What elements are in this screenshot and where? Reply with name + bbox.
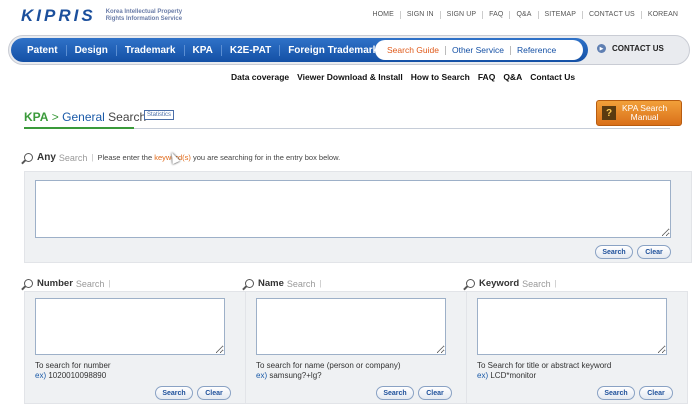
name-search-heading: Name Search | (245, 278, 321, 289)
example-prefix: ex) (477, 371, 489, 380)
magnifier-icon (245, 279, 254, 288)
example-value: 1020010098890 (46, 371, 107, 380)
keyword-search-panel: To Search for title or abstract keyword … (466, 291, 688, 404)
question-mark-icon: ? (602, 106, 616, 120)
utility-link-home[interactable]: HOME (366, 11, 399, 19)
logo-tagline-line2: Rights Information Service (105, 16, 183, 22)
contact-us-label: CONTACT US (612, 44, 664, 53)
keyword-search-label: Keyword (479, 278, 520, 289)
utility-nav: HOME SIGN IN SIGN UP FAQ Q&A SITEMAP CON… (366, 11, 684, 19)
title-general: General (62, 110, 105, 124)
manual-button-label: KPA Search Manual (622, 104, 667, 122)
name-search-label: Name (258, 278, 284, 289)
number-search-input[interactable] (35, 298, 225, 355)
number-search-heading: Number Search | (24, 278, 111, 289)
any-search-button[interactable]: Search (595, 245, 633, 259)
service-nav-other-service[interactable]: Other Service (444, 45, 510, 55)
name-search-description: To search for name (person or company) (256, 361, 401, 370)
manual-button-line2: Manual (630, 112, 659, 122)
page-title: KPA > General Search (24, 110, 146, 124)
sub-link-data-coverage[interactable]: Data coverage (231, 72, 289, 82)
separator: | (108, 279, 111, 288)
separator: | (91, 153, 94, 162)
logo-tagline: Korea Intellectual Property Rights Infor… (106, 9, 182, 23)
keyword-search-label-light: Search (522, 278, 551, 289)
magnifier-icon (24, 279, 33, 288)
number-search-button[interactable]: Search (155, 386, 193, 400)
sub-nav: Data coverage Viewer Download & Install … (231, 72, 583, 82)
magnifier-icon (24, 153, 33, 162)
kipris-logo[interactable]: KIPRIS Korea Intellectual Property Right… (21, 6, 182, 26)
example-prefix: ex) (35, 371, 47, 380)
any-search-label-light: Search (58, 152, 88, 163)
keyword-search-input[interactable] (477, 298, 667, 355)
utility-link-qna[interactable]: Q&A (509, 11, 537, 19)
number-search-example: ex) 1020010098890 (35, 371, 106, 380)
service-nav-search-guide[interactable]: Search Guide (387, 45, 445, 55)
statistics-button[interactable]: Statistics (144, 110, 175, 120)
utility-link-sign-up[interactable]: SIGN UP (439, 11, 482, 19)
nav-item-trademark[interactable]: Trademark (115, 44, 184, 56)
name-search-label-light: Search (286, 278, 316, 289)
kpa-search-manual-button[interactable]: ? KPA Search Manual (596, 100, 682, 126)
title-separator: > (48, 110, 63, 124)
nav-item-kpa[interactable]: KPA (183, 44, 221, 56)
logo-wordmark: KIPRIS (21, 6, 96, 25)
contact-us-link[interactable]: ▶ CONTACT US (597, 44, 664, 53)
name-search-button[interactable]: Search (376, 386, 414, 400)
keyword-search-description: To Search for title or abstract keyword (477, 361, 612, 370)
sub-link-how-to-search[interactable]: How to Search (411, 72, 470, 82)
service-nav-reference[interactable]: Reference (509, 45, 562, 55)
nav-item-foreign-trademark[interactable]: Foreign Trademark (279, 44, 386, 56)
hint-before: Please enter the (97, 153, 155, 162)
nav-item-k2e-pat[interactable]: K2E-PAT (220, 44, 279, 56)
any-search-hint: Please enter the keyword(s) you are sear… (98, 153, 341, 162)
name-search-panel: To search for name (person or company) e… (245, 291, 467, 404)
separator: | (319, 279, 322, 288)
number-search-label-light: Search (75, 278, 105, 289)
name-clear-button[interactable]: Clear (418, 386, 452, 400)
utility-link-faq[interactable]: FAQ (482, 11, 509, 19)
number-search-label: Number (37, 278, 73, 289)
any-search-heading: Any Search | Please enter the keyword(s)… (24, 152, 340, 163)
separator: | (554, 279, 557, 288)
title-search: Search (104, 110, 147, 124)
sub-link-contact-us[interactable]: Contact Us (530, 72, 575, 82)
hint-after: you are searching for in the entry box b… (190, 153, 341, 162)
sub-link-faq[interactable]: FAQ (478, 72, 495, 82)
logo-tagline-line1: Korea Intellectual Property (105, 9, 183, 15)
sub-link-qna[interactable]: Q&A (503, 72, 522, 82)
number-clear-button[interactable]: Clear (197, 386, 231, 400)
any-search-panel: Search Clear (24, 171, 692, 263)
number-search-panel: To search for number ex) 1020010098890 S… (24, 291, 246, 404)
keyword-clear-button[interactable]: Clear (639, 386, 673, 400)
nav-item-design[interactable]: Design (65, 44, 116, 56)
example-prefix: ex) (256, 371, 268, 380)
utility-link-sitemap[interactable]: SITEMAP (537, 11, 582, 19)
any-search-label: Any (37, 152, 56, 163)
title-divider-accent (24, 127, 134, 129)
utility-link-korean[interactable]: KOREAN (640, 11, 684, 19)
any-search-input[interactable] (35, 180, 671, 238)
play-icon: ▶ (597, 44, 606, 53)
number-search-description: To search for number (35, 361, 111, 370)
main-nav: Patent Design Trademark KPA K2E-PAT Fore… (11, 38, 588, 62)
example-value: LCD*monitor (488, 371, 537, 380)
magnifier-icon (466, 279, 475, 288)
keyword-search-example: ex) LCD*monitor (477, 371, 536, 380)
any-clear-button[interactable]: Clear (637, 245, 671, 259)
utility-link-contact-us[interactable]: CONTACT US (581, 11, 641, 19)
name-search-input[interactable] (256, 298, 446, 355)
service-nav: Search Guide Other Service Reference (375, 40, 583, 60)
sub-link-viewer-download[interactable]: Viewer Download & Install (297, 72, 403, 82)
utility-link-sign-in[interactable]: SIGN IN (399, 11, 440, 19)
keyword-search-button[interactable]: Search (597, 386, 635, 400)
example-value: samsung?+lg? (267, 371, 322, 380)
keyword-search-heading: Keyword Search | (466, 278, 557, 289)
nav-item-patent[interactable]: Patent (11, 45, 66, 56)
title-kpa: KPA (24, 110, 49, 124)
name-search-example: ex) samsung?+lg? (256, 371, 322, 380)
main-navbar: Patent Design Trademark KPA K2E-PAT Fore… (8, 35, 690, 65)
